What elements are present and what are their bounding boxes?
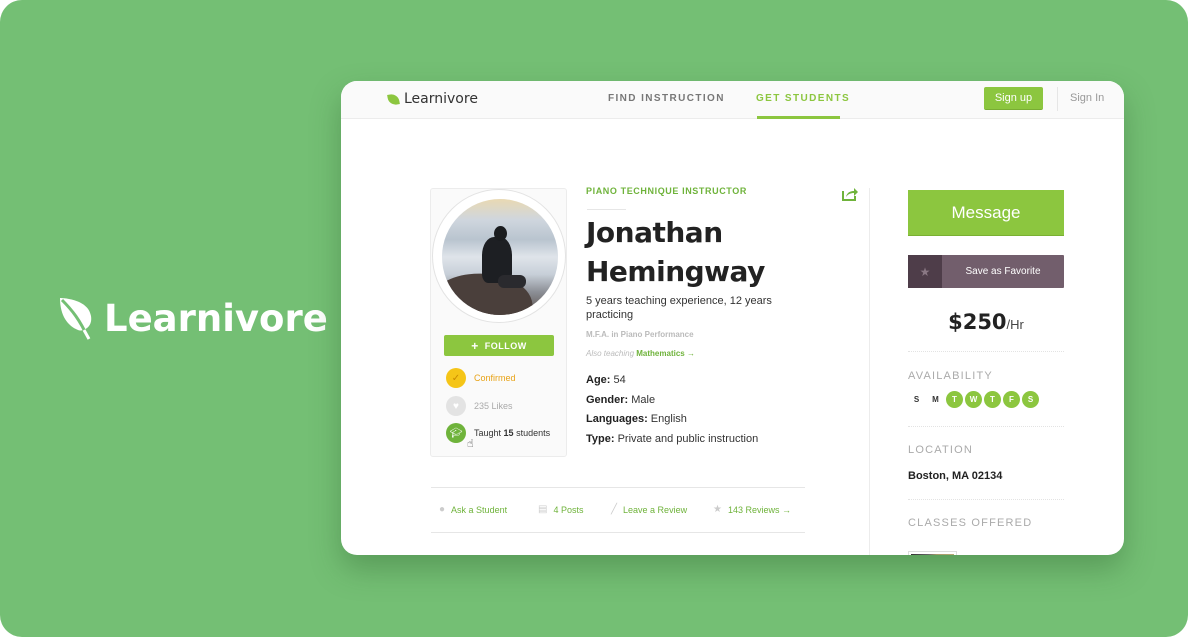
day-wed: W xyxy=(965,391,982,408)
nav-logo[interactable]: Learnivore xyxy=(387,91,478,107)
taught-count: 15 xyxy=(503,428,514,438)
avatar xyxy=(442,199,558,315)
graduation-cap-icon: 🎓︎ xyxy=(446,423,466,443)
star-icon: ★ xyxy=(713,504,722,515)
plus-icon: + xyxy=(471,338,479,353)
top-nav: Learnivore FIND INSTRUCTION GET STUDENTS… xyxy=(341,81,1124,119)
nav-divider xyxy=(1057,87,1058,111)
classes-offered-label: CLASSES OFFERED xyxy=(908,517,1033,529)
heart-icon: ♥ xyxy=(446,396,466,416)
star-icon: ★ xyxy=(908,255,942,288)
degree-text: M.F.A. in Piano Performance xyxy=(586,330,694,339)
background-stage: Learnivore Learnivore FIND INSTRUCTION G… xyxy=(0,0,1188,637)
price-value: $250 xyxy=(948,310,1007,334)
day-thu: T xyxy=(984,391,1001,408)
also-teaching-link[interactable]: Mathematics → xyxy=(636,349,695,358)
ask-student-link[interactable]: ● Ask a Student xyxy=(439,504,538,515)
column-divider xyxy=(869,188,870,555)
active-tab-indicator xyxy=(757,116,840,119)
taught-stat[interactable]: 🎓︎ Taught 15 students xyxy=(446,423,550,443)
actions-divider-bottom xyxy=(431,532,805,533)
also-teaching-label: Also teaching xyxy=(586,349,635,358)
save-favorite-button[interactable]: ★ Save as Favorite xyxy=(908,255,1064,288)
follow-label: FOLLOW xyxy=(484,340,527,351)
experience-text: 5 years teaching experience, 12 years pr… xyxy=(586,295,772,321)
nav-find-instruction[interactable]: FIND INSTRUCTION xyxy=(608,93,725,104)
avatar-ring xyxy=(432,189,566,323)
also-teaching: Also teaching Mathematics → xyxy=(586,349,695,358)
reviews-link[interactable]: ★ 143 Reviews → xyxy=(713,504,791,515)
facts-list: Age: 54 Gender: Male Languages: English … xyxy=(586,374,758,452)
likes-label: 235 Likes xyxy=(474,401,513,411)
class-thumbnail[interactable] xyxy=(908,551,957,555)
hand-cursor-icon: ☝ xyxy=(467,438,474,450)
save-favorite-label: Save as Favorite xyxy=(965,266,1041,277)
check-badge-icon: ✓ xyxy=(446,368,466,388)
confirmed-label: Confirmed xyxy=(474,373,516,383)
taught-prefix: Taught xyxy=(474,428,502,438)
follow-button[interactable]: + FOLLOW xyxy=(444,335,554,356)
location-label: LOCATION xyxy=(908,444,974,456)
day-mon: M xyxy=(932,395,939,404)
likes-stat[interactable]: ♥ 235 Likes xyxy=(446,396,513,416)
hourly-rate: $250/Hr xyxy=(908,310,1064,334)
fact-gender: Gender: Male xyxy=(586,393,656,406)
price-unit: /Hr xyxy=(1006,317,1024,332)
day-sun: S xyxy=(913,395,920,404)
signup-button[interactable]: Sign up xyxy=(984,87,1043,110)
instructor-name: Jonathan Hemingway xyxy=(586,213,846,291)
availability-days: S M T W T F S xyxy=(908,391,1039,408)
day-sat: S xyxy=(1022,391,1039,408)
availability-label: AVAILABILITY xyxy=(908,370,993,382)
divider xyxy=(908,426,1064,427)
actions-divider-top xyxy=(431,487,805,488)
brand-hero: Learnivore xyxy=(58,296,328,340)
divider xyxy=(908,351,1064,352)
instructor-role: PIANO TECHNIQUE INSTRUCTOR xyxy=(586,186,747,196)
speech-bubble-icon: ● xyxy=(439,504,446,515)
fact-type: Type: Private and public instruction xyxy=(586,432,759,445)
share-icon[interactable] xyxy=(842,187,858,201)
posts-link[interactable]: ▤ 4 Posts xyxy=(538,504,611,515)
divider xyxy=(908,499,1064,500)
nav-logo-text: Learnivore xyxy=(404,91,478,107)
leave-review-link[interactable]: ╱ Leave a Review xyxy=(611,504,713,515)
location-value: Boston, MA 02134 xyxy=(908,470,1003,482)
document-icon: ▤ xyxy=(538,504,548,515)
day-fri: F xyxy=(1003,391,1020,408)
app-window: Learnivore FIND INSTRUCTION GET STUDENTS… xyxy=(341,81,1124,555)
leaf-icon xyxy=(387,92,400,106)
profile-actions: ● Ask a Student ▤ 4 Posts ╱ Leave a Revi… xyxy=(439,504,791,515)
last-name: Hemingway xyxy=(586,255,765,288)
profile-card: + FOLLOW ✓ Confirmed ♥ 235 Likes 🎓︎ Taug… xyxy=(430,188,567,457)
role-divider xyxy=(587,209,626,210)
brand-name: Learnivore xyxy=(104,296,328,340)
confirmed-badge: ✓ Confirmed xyxy=(446,368,516,388)
message-button[interactable]: Message xyxy=(908,190,1064,236)
day-tue: T xyxy=(946,391,963,408)
taught-suffix: students xyxy=(516,428,551,438)
fact-languages: Languages: English xyxy=(586,413,687,425)
pencil-icon: ╱ xyxy=(611,504,618,515)
first-name: Jonathan xyxy=(586,216,723,249)
signin-link[interactable]: Sign In xyxy=(1070,92,1104,104)
fact-age: Age: 54 xyxy=(586,374,626,386)
leaf-icon xyxy=(60,298,92,340)
nav-get-students[interactable]: GET STUDENTS xyxy=(756,93,850,104)
